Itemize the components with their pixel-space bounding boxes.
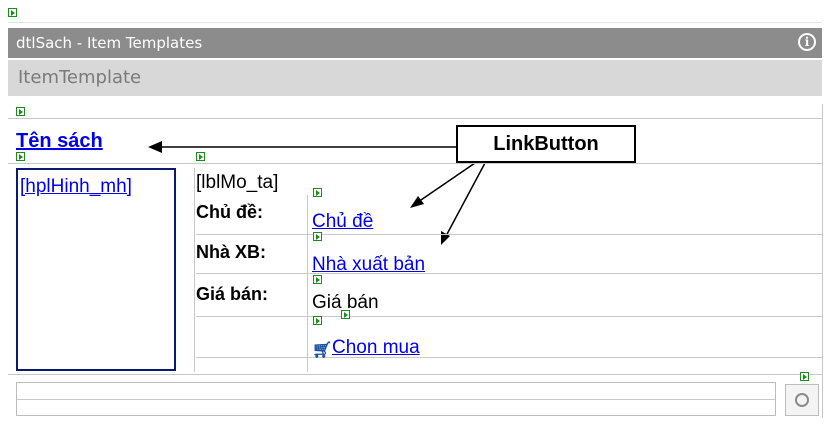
divider xyxy=(196,234,822,235)
image-hyperlink-box[interactable]: [hplHinh_mh] xyxy=(16,168,176,371)
refresh-icon xyxy=(795,393,809,407)
divider xyxy=(8,163,822,164)
refresh-button[interactable] xyxy=(785,384,819,416)
control-tag-icon xyxy=(313,188,322,197)
footer-panel xyxy=(16,382,776,416)
divider xyxy=(8,374,822,375)
publisher-link[interactable]: Nhà xuất bản xyxy=(312,254,425,276)
topic-label: Chủ đề: xyxy=(196,202,263,222)
control-tag-icon xyxy=(196,152,205,161)
divider xyxy=(196,357,822,358)
control-tag-icon xyxy=(313,275,322,284)
divider xyxy=(196,316,822,317)
control-tag-icon xyxy=(341,310,350,319)
price-label: Giá bán: xyxy=(196,284,269,304)
divider xyxy=(307,195,308,372)
topic-link[interactable]: Chủ đề xyxy=(312,211,373,233)
divider xyxy=(194,168,195,372)
linkbutton-callout: LinkButton xyxy=(456,125,636,163)
divider xyxy=(196,273,822,274)
cart-icon[interactable]: 🛒︎ xyxy=(312,340,332,359)
control-tag-icon xyxy=(313,316,322,325)
buy-link[interactable]: Chon mua xyxy=(332,337,420,359)
control-tag-icon xyxy=(313,232,322,241)
control-tag-icon xyxy=(800,372,809,381)
control-tag-icon xyxy=(16,152,25,161)
description-label: [lblMo_ta] xyxy=(196,172,279,193)
image-hyperlink[interactable]: [hplHinh_mh] xyxy=(20,176,132,198)
publisher-label: Nhà XB: xyxy=(196,242,267,262)
